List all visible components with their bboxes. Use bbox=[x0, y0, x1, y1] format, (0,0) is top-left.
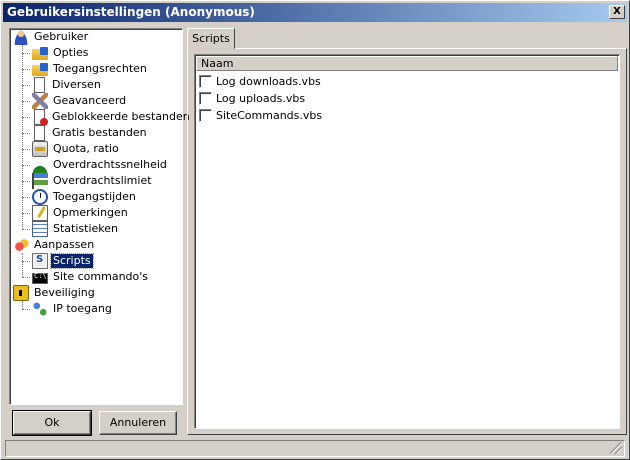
tree-item-label: Opmerkingen bbox=[53, 206, 128, 219]
tree-item-label: Gratis bestanden bbox=[52, 126, 147, 139]
tree-item-label: Beveiliging bbox=[34, 286, 95, 299]
script-checkbox[interactable] bbox=[199, 108, 212, 122]
tree-item-opmerkingen[interactable]: Opmerkingen bbox=[32, 205, 130, 221]
tree-item-label: Geblokkeerde bestanden bbox=[52, 110, 190, 123]
tree-item-label: Statistieken bbox=[53, 222, 118, 235]
scripts-list[interactable]: Naam Log downloads.vbs Log uploads.vbs S… bbox=[194, 54, 620, 429]
tree-item-toegangstijden[interactable]: Toegangstijden bbox=[32, 189, 138, 205]
notes-icon bbox=[32, 205, 48, 221]
user-settings-window: Gebruikersinstellingen (Anonymous) X Geb… bbox=[0, 0, 630, 460]
tree-item-scripts[interactable]: Scripts bbox=[32, 253, 94, 269]
title-bar[interactable]: Gebruikersinstellingen (Anonymous) X bbox=[3, 3, 627, 22]
tree-item-label: Toegangstijden bbox=[53, 190, 136, 203]
tree-item-geavanceerd[interactable]: Geavanceerd bbox=[32, 93, 128, 109]
tree-item-overdrachtssnelheid[interactable]: Overdrachtssnelheid bbox=[32, 157, 169, 173]
options-folder-icon bbox=[32, 47, 48, 60]
tree-item-opties[interactable]: Opties bbox=[32, 45, 91, 61]
settings-tree-panel[interactable]: Gebruiker Opties Toegangsrechten Diverse… bbox=[9, 28, 190, 405]
lock-icon bbox=[13, 285, 29, 301]
tree-item-site-commandos[interactable]: Site commando's bbox=[32, 269, 150, 285]
script-name: Log uploads.vbs bbox=[216, 91, 306, 105]
tree-item-quota-ratio[interactable]: Quota, ratio bbox=[32, 141, 121, 157]
script-name: SiteCommands.vbs bbox=[216, 108, 323, 122]
window-title: Gebruikersinstellingen (Anonymous) bbox=[7, 5, 255, 19]
script-checkbox[interactable] bbox=[199, 74, 212, 88]
tree-item-toegangsrechten[interactable]: Toegangsrechten bbox=[32, 61, 149, 77]
tree-item-label: Site commando's bbox=[53, 270, 149, 283]
cancel-button[interactable]: Annuleren bbox=[99, 411, 177, 435]
list-item[interactable]: Log downloads.vbs bbox=[199, 73, 321, 89]
tree-item-label: Gebruiker bbox=[34, 30, 89, 43]
user-icon bbox=[13, 29, 29, 45]
settings-tree: Gebruiker Opties Toegangsrechten Diverse… bbox=[10, 29, 190, 404]
speed-gauge-icon bbox=[32, 157, 48, 173]
blocked-files-icon bbox=[34, 109, 48, 126]
status-bar bbox=[5, 440, 625, 457]
resize-grip-icon[interactable] bbox=[610, 442, 622, 454]
free-files-icon bbox=[34, 125, 45, 141]
tree-item-label: Toegangsrechten bbox=[53, 62, 147, 75]
tree-item-ip-toegang[interactable]: IP toegang bbox=[32, 301, 114, 317]
tree-item-label: Overdrachtssnelheid bbox=[53, 158, 167, 171]
ok-button[interactable]: Ok bbox=[12, 410, 92, 436]
customize-icon bbox=[13, 237, 29, 253]
tree-item-overdrachtslimiet[interactable]: Overdrachtslimiet bbox=[32, 173, 154, 189]
access-rights-folder-icon bbox=[32, 63, 48, 76]
tree-item-gebruiker[interactable]: Gebruiker bbox=[13, 29, 90, 45]
scripts-tab-panel: Naam Log downloads.vbs Log uploads.vbs S… bbox=[187, 48, 627, 435]
tree-item-label: Diversen bbox=[52, 78, 101, 91]
tree-item-label: Overdrachtslimiet bbox=[53, 174, 152, 187]
tools-icon bbox=[32, 93, 48, 109]
command-prompt-icon bbox=[32, 272, 48, 284]
script-checkbox[interactable] bbox=[199, 91, 212, 105]
tree-item-statistieken[interactable]: Statistieken bbox=[32, 221, 120, 237]
tree-item-gratis-bestanden[interactable]: Gratis bestanden bbox=[32, 125, 149, 141]
tab-scripts[interactable]: Scripts bbox=[187, 28, 235, 49]
tree-item-label: Aanpassen bbox=[34, 238, 95, 251]
statistics-icon bbox=[32, 221, 48, 237]
tree-item-label: Scripts bbox=[50, 253, 94, 269]
tree-item-label: Quota, ratio bbox=[53, 142, 119, 155]
close-button[interactable]: X bbox=[609, 5, 625, 19]
tree-item-beveiliging[interactable]: Beveiliging bbox=[13, 285, 97, 301]
list-item[interactable]: Log uploads.vbs bbox=[199, 90, 305, 106]
script-name: Log downloads.vbs bbox=[216, 74, 321, 88]
tree-item-geblokkeerde-bestanden[interactable]: Geblokkeerde bestanden bbox=[32, 109, 192, 126]
tree-item-label: IP toegang bbox=[53, 302, 112, 315]
tree-item-aanpassen[interactable]: Aanpassen bbox=[13, 237, 96, 253]
tree-item-diversen[interactable]: Diversen bbox=[32, 77, 103, 93]
tree-item-label: Opties bbox=[53, 46, 89, 59]
quota-icon bbox=[32, 141, 48, 157]
column-header-naam[interactable]: Naam bbox=[196, 56, 618, 71]
network-icon bbox=[32, 301, 48, 317]
clock-icon bbox=[32, 189, 48, 205]
list-header: Naam bbox=[196, 56, 618, 71]
tree-item-label: Geavanceerd bbox=[53, 94, 127, 107]
document-icon bbox=[34, 77, 45, 93]
transfer-limit-icon bbox=[32, 173, 48, 189]
list-item[interactable]: SiteCommands.vbs bbox=[199, 107, 322, 123]
tab-area: Scripts Naam Log downloads.vbs Log uploa… bbox=[187, 28, 627, 436]
script-icon bbox=[32, 253, 48, 269]
